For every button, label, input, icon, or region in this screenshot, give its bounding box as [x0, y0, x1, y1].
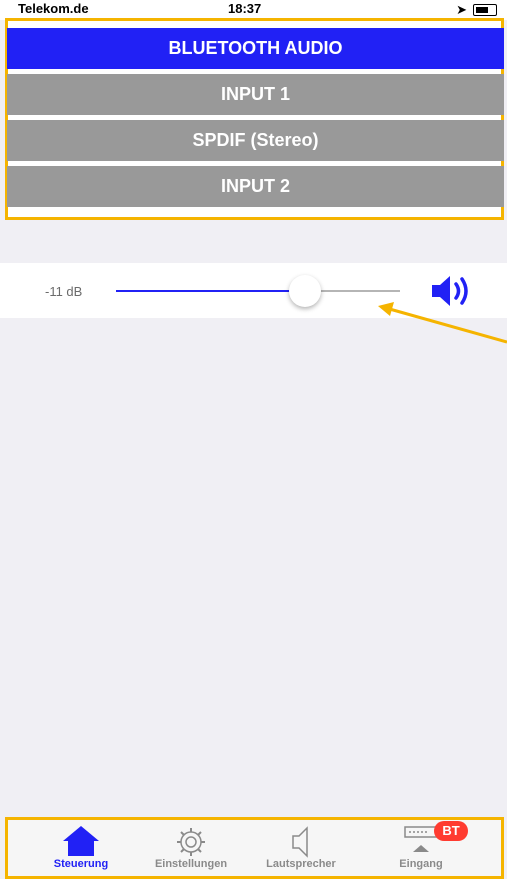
speaker-outline-icon — [292, 826, 308, 858]
tab-steuerung[interactable]: Steuerung — [26, 820, 136, 876]
status-bar: Telekom.de 18:37 ➤ — [0, 0, 507, 20]
tab-lautsprecher[interactable]: Lautsprecher — [246, 820, 356, 876]
tab-label: Lautsprecher — [266, 858, 336, 870]
input-button-bluetooth-audio[interactable]: BLUETOOTH AUDIO — [7, 28, 504, 69]
carrier-label: Telekom.de — [18, 1, 89, 16]
annotation-arrow — [378, 302, 507, 344]
house-icon — [63, 826, 99, 856]
bt-badge: BT — [434, 821, 468, 841]
battery-icon — [473, 4, 497, 16]
tab-label: Eingang — [399, 858, 443, 870]
input-button-label: INPUT 1 — [220, 84, 290, 104]
input-button-input-2[interactable]: INPUT 2 — [7, 166, 504, 207]
volume-slider-filled-track[interactable] — [116, 290, 306, 292]
tab-label: Steuerung — [53, 858, 109, 870]
input-button-spdif-stereo[interactable]: SPDIF (Stereo) — [7, 120, 504, 161]
input-button-input-1[interactable]: INPUT 1 — [7, 74, 504, 115]
status-icons: ➤ — [456, 2, 497, 18]
input-button-label: INPUT 2 — [220, 176, 290, 196]
bottom-tab-bar: Steuerung Einstellungen Lautsprecher Ein… — [5, 817, 504, 879]
volume-slider-thumb[interactable] — [289, 275, 321, 307]
gear-icon — [177, 828, 205, 856]
input-button-label: BLUETOOTH AUDIO — [168, 38, 343, 58]
tab-label: Einstellungen — [154, 858, 228, 870]
tab-einstellungen[interactable]: Einstellungen — [136, 820, 246, 876]
location-icon: ➤ — [456, 2, 467, 17]
input-button-label: SPDIF (Stereo) — [192, 130, 319, 150]
clock: 18:37 — [228, 1, 262, 16]
volume-level-label: -11 dB — [45, 284, 83, 299]
